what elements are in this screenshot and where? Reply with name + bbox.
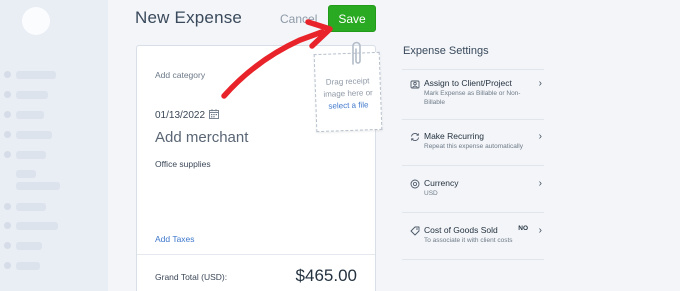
merchant-field[interactable]: Add merchant — [155, 129, 248, 146]
sidebar-item[interactable] — [16, 131, 52, 139]
calendar-icon[interactable] — [209, 109, 219, 119]
grand-total-label: Grand Total (USD): — [155, 272, 228, 282]
make-recurring-setting[interactable]: Make Recurring Repeat this expense autom… — [402, 129, 544, 159]
assign-client-setting[interactable]: Assign to Client/Project Mark Expense as… — [402, 76, 544, 116]
sidebar-item[interactable] — [16, 242, 42, 250]
setting-title: Currency — [424, 178, 459, 188]
sidebar-item[interactable] — [16, 71, 56, 79]
category-select[interactable]: Add category — [155, 70, 205, 80]
sidebar — [0, 0, 108, 291]
sidebar-item[interactable] — [16, 182, 60, 190]
nav-icon — [4, 262, 11, 269]
chevron-right-icon: › — [538, 225, 542, 236]
sidebar-item[interactable] — [16, 170, 36, 178]
avatar[interactable] — [22, 7, 50, 35]
sidebar-item[interactable] — [16, 262, 40, 270]
chevron-right-icon: › — [538, 131, 542, 142]
sidebar-item[interactable] — [16, 91, 48, 99]
client-icon — [410, 80, 420, 89]
nav-icon — [4, 222, 11, 229]
paperclip-icon — [352, 41, 361, 65]
nav-icon — [4, 131, 11, 138]
nav-icon — [4, 111, 11, 118]
setting-description: To associate it with client costs — [424, 237, 513, 244]
sidebar-item[interactable] — [16, 203, 46, 211]
grand-total-value: $465.00 — [295, 266, 357, 285]
recurring-icon — [411, 133, 419, 141]
add-taxes-link[interactable]: Add Taxes — [155, 234, 195, 244]
divider — [402, 69, 544, 70]
currency-setting[interactable]: Currency USD › — [402, 176, 544, 206]
setting-description: Mark Expense as Billable or Non-Billable — [424, 90, 521, 106]
annotation-arrow-icon — [221, 19, 333, 99]
settings-title: Expense Settings — [403, 45, 489, 57]
description-field[interactable]: Office supplies — [155, 159, 211, 169]
divider — [402, 259, 544, 260]
cost-of-goods-setting[interactable]: Cost of Goods Sold To associate it with … — [402, 223, 544, 253]
status-badge: NO — [518, 225, 528, 232]
currency-icon — [410, 179, 420, 189]
sidebar-item[interactable] — [16, 111, 44, 119]
divider — [402, 165, 544, 166]
divider — [402, 119, 544, 120]
setting-description: Repeat this expense automatically — [424, 143, 524, 150]
nav-icon — [4, 203, 11, 210]
setting-description: USD — [424, 190, 438, 197]
sidebar-item[interactable] — [16, 151, 46, 159]
nav-icon — [4, 151, 11, 158]
nav-icon — [4, 242, 11, 249]
chevron-right-icon: › — [538, 78, 542, 89]
setting-title: Assign to Client/Project — [424, 78, 512, 88]
setting-title: Make Recurring — [424, 131, 484, 141]
date-field[interactable]: 01/13/2022 — [155, 110, 205, 121]
chevron-right-icon: › — [538, 178, 542, 189]
divider — [137, 254, 375, 255]
divider — [402, 212, 544, 213]
nav-icon — [4, 71, 11, 78]
setting-title: Cost of Goods Sold — [424, 225, 498, 235]
goods-icon — [410, 226, 420, 236]
nav-icon — [4, 91, 11, 98]
sidebar-item[interactable] — [16, 222, 58, 230]
